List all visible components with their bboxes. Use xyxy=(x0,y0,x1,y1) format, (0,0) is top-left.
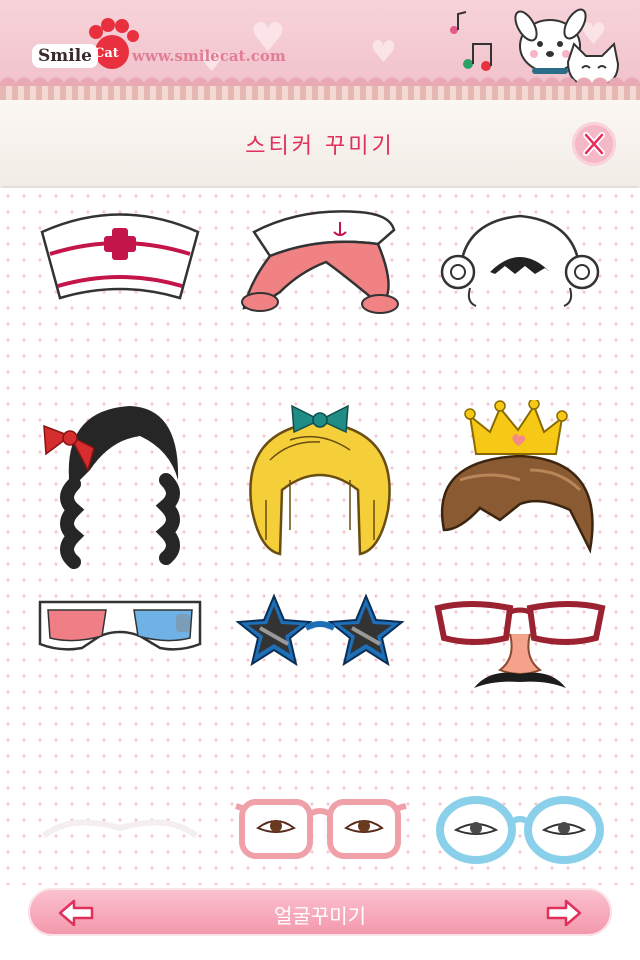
logo-word: Smile xyxy=(32,44,98,68)
sticker-curly-wig[interactable] xyxy=(430,202,610,322)
groucho-glasses-icon xyxy=(434,601,606,688)
banner-scallop-edge xyxy=(0,72,640,86)
sticker-blue-glasses[interactable] xyxy=(430,788,610,878)
category-label: 얼굴꾸미기 xyxy=(274,904,366,928)
sticker-empty-slot[interactable] xyxy=(30,784,210,884)
sticker-sailor-hat[interactable] xyxy=(230,202,410,322)
star-sunglasses-icon xyxy=(235,593,405,667)
pink-glasses-icon xyxy=(235,799,407,859)
title-bar: 스티커 꾸미기 xyxy=(0,86,640,186)
page-title: 스티커 꾸미기 xyxy=(245,134,395,159)
sticker-black-braids[interactable] xyxy=(30,400,210,570)
3d-glasses-icon xyxy=(38,600,202,651)
sticker-groucho-glasses[interactable] xyxy=(430,584,610,704)
crown-hair-icon xyxy=(440,400,594,554)
close-button[interactable] xyxy=(572,122,616,166)
bottom-nav-bar: 얼굴꾸미기 xyxy=(28,888,612,936)
title-stripe xyxy=(0,86,640,100)
sticker-nurse-cap[interactable] xyxy=(30,202,210,322)
blue-glasses-icon xyxy=(436,796,604,864)
sticker-pink-glasses[interactable] xyxy=(230,788,410,878)
sticker-star-sunglasses[interactable] xyxy=(230,584,410,694)
site-url: www.smilecat.com xyxy=(132,47,286,65)
heart-decoration: ♥ xyxy=(370,35,397,70)
curly-wig-icon xyxy=(440,214,600,307)
blank-sticker-icon xyxy=(42,819,198,839)
nurse-cap-icon xyxy=(40,213,200,300)
logo-badge: Cat xyxy=(94,46,119,61)
sticker-grid xyxy=(0,188,640,885)
sailor-hat-icon xyxy=(241,210,399,314)
next-arrow-icon[interactable] xyxy=(544,898,584,928)
blonde-ringlets-icon xyxy=(249,404,391,556)
close-icon xyxy=(583,132,605,156)
sticker-blonde-ringlets[interactable] xyxy=(230,400,410,570)
sticker-brown-hair-crown[interactable] xyxy=(430,400,610,570)
sticker-3d-glasses[interactable] xyxy=(30,584,210,674)
app-banner: ♥ ♥ ♥ ♥ Smile Cat www.smilecat.com xyxy=(0,0,640,86)
smilecat-logo: Smile Cat xyxy=(20,16,139,69)
braided-hair-icon xyxy=(43,406,180,569)
